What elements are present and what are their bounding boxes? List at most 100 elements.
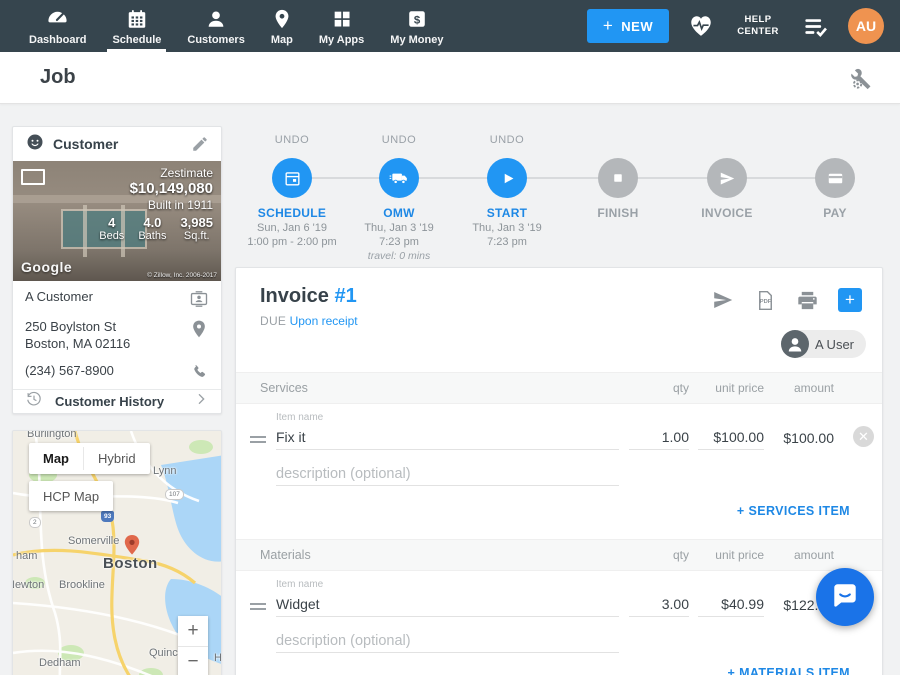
customer-card-title: Customer (53, 136, 118, 152)
nav-label: My Apps (319, 34, 364, 46)
job-settings-tools-icon[interactable] (850, 65, 876, 91)
zoom-out-button[interactable]: − (178, 647, 208, 675)
drag-handle-icon[interactable] (250, 436, 266, 446)
hcp-map-button-box: HCP Map (29, 481, 113, 511)
nav-item-schedule[interactable]: Schedule (99, 0, 174, 52)
col-qty: qty (673, 548, 689, 562)
print-icon[interactable] (796, 289, 819, 312)
phone-icon[interactable] (190, 363, 209, 387)
sqft-value: 3,985 (180, 215, 213, 230)
step-label: START (452, 206, 562, 220)
nav-label: Customers (187, 34, 244, 46)
hcp-map-button[interactable]: HCP Map (29, 481, 113, 511)
customer-phone-row: (234) 567-8900 (13, 363, 221, 387)
app-screen: Dashboard Schedule Customers Map (0, 0, 900, 675)
zoom-in-button[interactable]: + (178, 616, 208, 646)
service-item-qty-input[interactable] (629, 424, 689, 450)
customer-name-row: A Customer (13, 289, 221, 314)
history-icon (25, 390, 43, 413)
map-type-hybrid-button[interactable]: Hybrid (84, 443, 150, 474)
send-icon[interactable] (707, 158, 747, 198)
assignee-avatar-icon (781, 330, 809, 358)
send-invoice-icon[interactable] (711, 288, 735, 312)
map-town-label: Lynn (153, 465, 176, 477)
chat-launcher[interactable] (816, 568, 874, 626)
dollar-icon: $ (406, 7, 428, 31)
customer-face-icon (25, 132, 45, 157)
service-item-amount: $100.00 (783, 430, 834, 446)
grid-icon (331, 7, 353, 31)
health-heart-icon[interactable] (688, 13, 714, 39)
nav-item-map[interactable]: Map (258, 0, 306, 52)
new-button-label: NEW (621, 19, 653, 34)
map-pin-icon (271, 7, 293, 31)
step-date: Thu, Jan 3 '19 (446, 222, 568, 234)
invoice-number[interactable]: #1 (334, 285, 356, 307)
map-town-label: Dedham (39, 657, 81, 669)
new-button[interactable]: + NEW (587, 9, 669, 43)
invoice-title: Invoice #1 (260, 285, 357, 308)
map-type-map-button[interactable]: Map (29, 443, 83, 474)
undo-omw-button[interactable]: UNDO (382, 134, 416, 146)
assignee-chip[interactable]: A User (781, 330, 866, 358)
zestimate-value: $10,149,080 (99, 180, 213, 197)
gauge-icon (46, 7, 69, 31)
user-avatar[interactable]: AU (848, 8, 884, 44)
due-value-link[interactable]: Upon receipt (290, 314, 358, 328)
nav-label: Map (271, 34, 293, 46)
add-materials-item-link[interactable]: + MATERIALS ITEM (728, 666, 851, 675)
stop-icon[interactable] (598, 158, 638, 198)
undo-start-button[interactable]: UNDO (490, 134, 524, 146)
add-invoice-button[interactable]: + (838, 288, 862, 312)
streetview-frame-icon[interactable] (21, 169, 45, 185)
service-item-desc-input[interactable] (276, 460, 619, 486)
material-item-desc-input[interactable] (276, 627, 619, 653)
material-item-qty-input[interactable] (629, 591, 689, 617)
nav-label: Schedule (112, 34, 161, 46)
google-watermark: Google (21, 259, 72, 275)
history-label: Customer History (55, 394, 164, 409)
nav-item-dashboard[interactable]: Dashboard (16, 0, 99, 52)
undo-schedule-button[interactable]: UNDO (275, 134, 309, 146)
play-icon[interactable] (487, 158, 527, 198)
schedule-step-icon[interactable] (272, 158, 312, 198)
page-title: Job (40, 66, 76, 89)
delete-item-icon[interactable]: ✕ (853, 426, 874, 447)
pdf-icon[interactable]: PDF (754, 289, 777, 312)
nav-item-customers[interactable]: Customers (174, 0, 257, 52)
nav-label: My Money (390, 34, 443, 46)
property-photo: Zestimate $10,149,080 Built in 1911 4Bed… (13, 161, 221, 281)
customer-history-link[interactable]: Customer History (13, 390, 221, 413)
material-item-name-input[interactable] (276, 591, 619, 617)
map-town-label: Somerville (68, 535, 119, 547)
edit-pencil-icon[interactable] (191, 135, 209, 153)
map-town-label: Burlington (27, 430, 77, 440)
material-item-price-input[interactable] (698, 591, 764, 617)
mini-map[interactable]: Burlington Lynn Somerville ham Boston Ne… (12, 430, 222, 675)
plus-icon: + (603, 16, 613, 36)
contact-card-icon[interactable] (189, 289, 209, 314)
drag-handle-icon[interactable] (250, 603, 266, 613)
help-center-link[interactable]: HELP CENTER (733, 14, 783, 38)
customer-card: Customer Zestimate $10,149,080 Built in … (12, 126, 222, 414)
photo-copyright: © Zillow, Inc. 2006-2017 (147, 272, 217, 279)
svg-text:PDF: PDF (760, 298, 772, 304)
add-services-item-link[interactable]: + SERVICES ITEM (737, 504, 850, 518)
materials-title: Materials (260, 548, 311, 562)
address-line1: 250 Boylston St (25, 319, 116, 334)
customer-card-header: Customer (13, 127, 221, 161)
photo-detail (83, 205, 87, 257)
activity-feed-icon[interactable] (802, 13, 829, 40)
location-pin-icon[interactable] (189, 319, 209, 344)
top-nav: Dashboard Schedule Customers Map (0, 0, 900, 52)
credit-card-icon[interactable] (815, 158, 855, 198)
nav-item-my-money[interactable]: $ My Money (377, 0, 456, 52)
nav-item-my-apps[interactable]: My Apps (306, 0, 377, 52)
service-item-price-input[interactable] (698, 424, 764, 450)
sqft-label: Sq.ft. (180, 230, 213, 242)
map-type-toggle: Map Hybrid (29, 443, 150, 474)
service-item-name-input[interactable] (276, 424, 619, 450)
step-label: OMW (344, 206, 454, 220)
col-amount: amount (794, 548, 834, 562)
omw-truck-icon[interactable] (379, 158, 419, 198)
